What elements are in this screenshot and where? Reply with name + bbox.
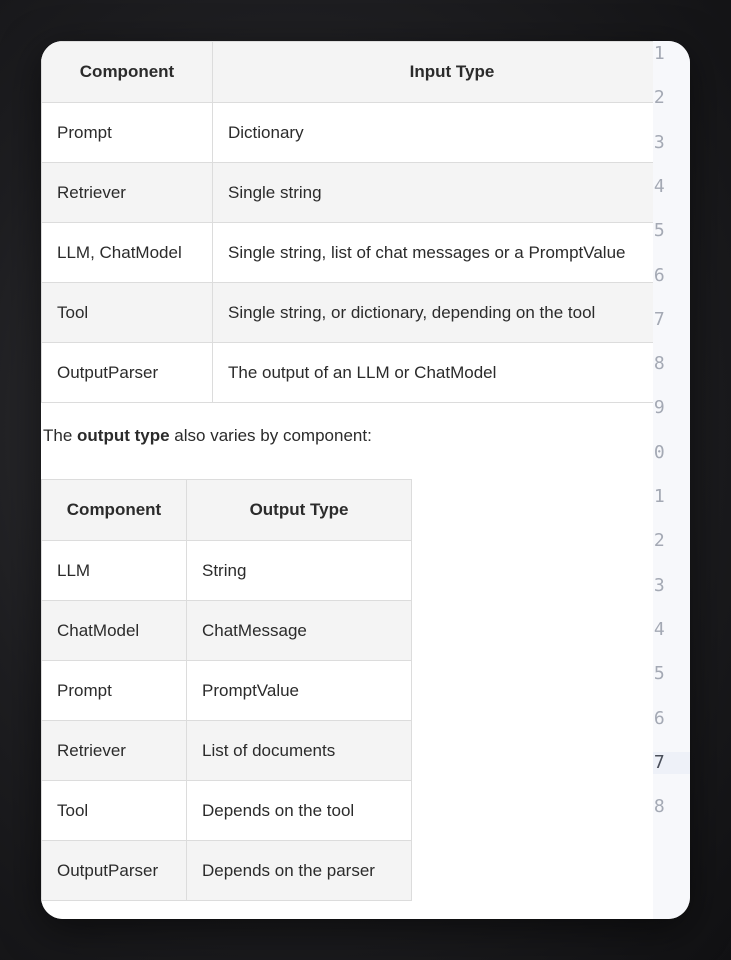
cell-component: OutputParser: [41, 840, 187, 901]
cell-component: LLM, ChatModel: [41, 222, 213, 283]
line-number: 60: [653, 441, 665, 463]
document-content: Component Input Type Prompt Dictionary R…: [41, 41, 653, 919]
table-row: Tool Depends on the tool: [41, 780, 412, 841]
line-number: 55: [653, 220, 665, 242]
line-number: 53: [653, 131, 665, 153]
sentence-suffix: also varies by component:: [169, 426, 372, 445]
line-number: 58: [653, 353, 665, 375]
line-number: 66: [653, 707, 665, 729]
output-type-table: Component Output Type LLM String ChatMod…: [41, 479, 412, 901]
line-number: 52: [653, 87, 665, 109]
line-number: 67: [653, 751, 690, 774]
line-number: 64: [653, 618, 665, 640]
line-number: 68: [653, 796, 665, 818]
cell-component: Prompt: [41, 660, 187, 721]
cell-component: ChatModel: [41, 600, 187, 661]
cell-input-type: Dictionary: [212, 102, 653, 163]
cell-output-type: ChatMessage: [186, 600, 412, 661]
line-number: 65: [653, 663, 665, 685]
line-number: 57: [653, 308, 665, 330]
table-row: Prompt Dictionary: [41, 102, 653, 163]
cell-output-type: List of documents: [186, 720, 412, 781]
cell-component: Retriever: [41, 162, 213, 223]
screenshot-card: Component Input Type Prompt Dictionary R…: [41, 41, 690, 919]
column-header-component: Component: [41, 41, 213, 103]
column-header-component: Component: [41, 479, 187, 541]
cell-component: LLM: [41, 540, 187, 601]
table-row: Retriever List of documents: [41, 720, 412, 781]
input-type-table: Component Input Type Prompt Dictionary R…: [41, 41, 653, 403]
table-row: ChatModel ChatMessage: [41, 600, 412, 661]
sentence-bold: output type: [77, 426, 170, 445]
column-header-output-type: Output Type: [186, 479, 412, 541]
cell-output-type: Depends on the tool: [186, 780, 412, 841]
table-row: Retriever Single string: [41, 162, 653, 223]
output-type-sentence: The output type also varies by component…: [43, 426, 372, 446]
cell-component: Prompt: [41, 102, 213, 163]
cell-input-type: Single string, list of chat messages or …: [212, 222, 653, 283]
line-number: 62: [653, 530, 665, 552]
line-number-gutter: 51 52 53 54 55 56 57 58 59 60 61 62 63 64 65 66 67 68: [653, 41, 690, 919]
table-header-row: Component Output Type: [41, 479, 412, 541]
cell-output-type: Depends on the parser: [186, 840, 412, 901]
cell-component: Tool: [41, 780, 187, 841]
table-row: LLM, ChatModel Single string, list of ch…: [41, 222, 653, 283]
line-number: 54: [653, 175, 665, 197]
line-number: 56: [653, 264, 665, 286]
table-row: LLM String: [41, 540, 412, 601]
cell-component: Retriever: [41, 720, 187, 781]
line-number: 61: [653, 486, 665, 507]
cell-input-type: Single string: [212, 162, 653, 223]
cell-component: OutputParser: [41, 342, 213, 403]
cell-output-type: PromptValue: [186, 660, 412, 721]
table-header-row: Component Input Type: [41, 41, 653, 103]
sentence-prefix: The: [43, 426, 78, 445]
column-header-input-type: Input Type: [212, 41, 653, 103]
line-number: 63: [653, 574, 665, 596]
cell-component: Tool: [41, 282, 213, 343]
table-row: OutputParser Depends on the parser: [41, 840, 412, 901]
table-row: OutputParser The output of an LLM or Cha…: [41, 342, 653, 403]
cell-output-type: String: [186, 540, 412, 601]
line-number: 59: [653, 397, 665, 419]
cell-input-type: The output of an LLM or ChatModel: [212, 342, 653, 403]
line-number: 51: [653, 43, 665, 64]
table-row: Tool Single string, or dictionary, depen…: [41, 282, 653, 343]
cell-input-type: Single string, or dictionary, depending …: [212, 282, 653, 343]
table-row: Prompt PromptValue: [41, 660, 412, 721]
